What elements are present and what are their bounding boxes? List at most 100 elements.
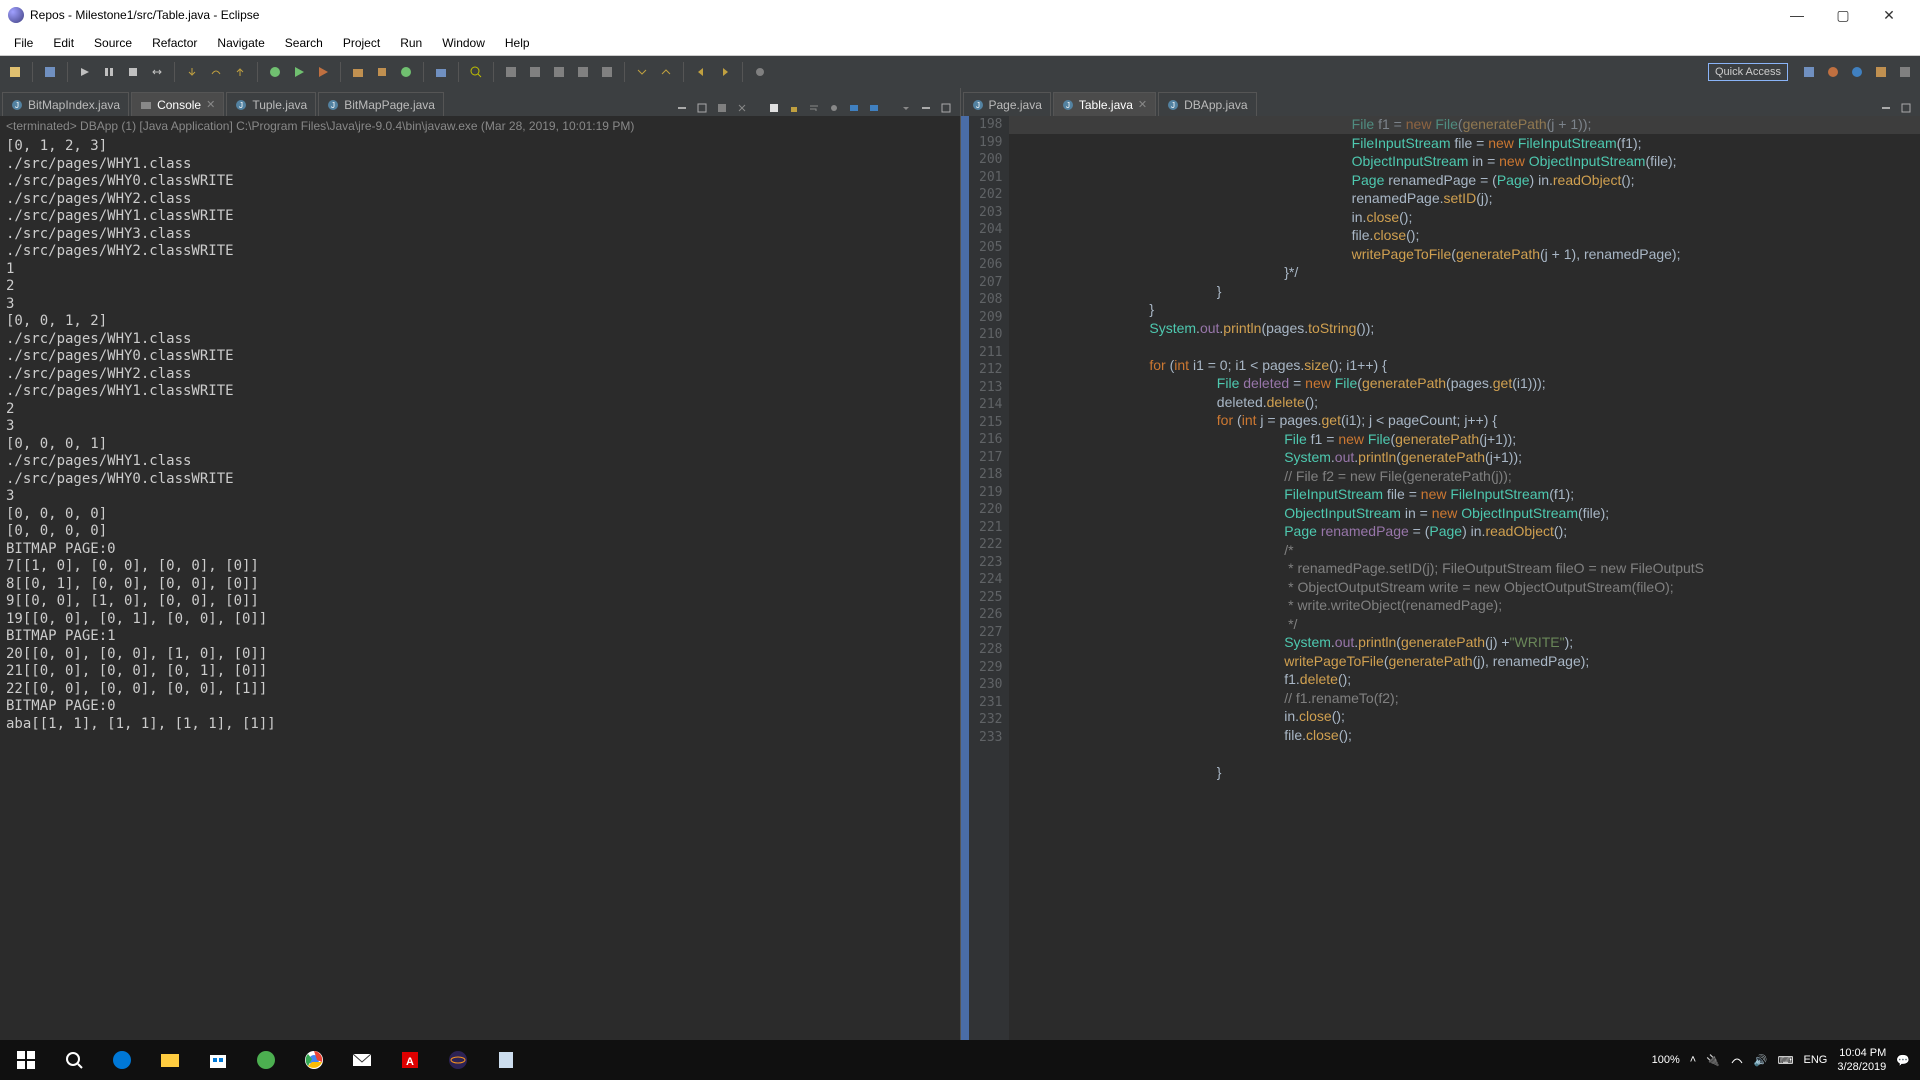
console-view-menu-icon[interactable]: [898, 100, 914, 116]
wifi-icon[interactable]: [1730, 1053, 1744, 1067]
store-icon[interactable]: [194, 1040, 242, 1080]
file-explorer-icon[interactable]: [146, 1040, 194, 1080]
editor-min-icon[interactable]: [1878, 100, 1894, 116]
tab-page-java[interactable]: JPage.java: [963, 92, 1051, 116]
java-icon: J: [11, 99, 23, 111]
back-button[interactable]: [690, 61, 712, 83]
display-console-icon[interactable]: [846, 100, 862, 116]
forward-button[interactable]: [714, 61, 736, 83]
tab-table-java[interactable]: JTable.java✕: [1053, 92, 1156, 116]
tab-label: Console: [157, 98, 201, 112]
menu-file[interactable]: File: [4, 32, 43, 54]
menu-edit[interactable]: Edit: [43, 32, 84, 54]
disconnect-button[interactable]: [146, 61, 168, 83]
editor-max-icon[interactable]: [1898, 100, 1914, 116]
suspend-button[interactable]: [98, 61, 120, 83]
search-button[interactable]: [465, 61, 487, 83]
console-output[interactable]: [0, 1, 2, 3] ./src/pages/WHY1.class ./sr…: [0, 136, 960, 1050]
terminate-relanch-icon[interactable]: [714, 100, 730, 116]
toggle-wrap-button[interactable]: [572, 61, 594, 83]
tab-label: Tuple.java: [252, 98, 307, 112]
java-perspective-button[interactable]: [1822, 61, 1844, 83]
open-console-icon[interactable]: [866, 100, 882, 116]
notifications-icon[interactable]: 💬: [1896, 1054, 1910, 1067]
app-icon-green[interactable]: [242, 1040, 290, 1080]
toggle-whitespace-button[interactable]: [548, 61, 570, 83]
step-into-button[interactable]: [181, 61, 203, 83]
step-return-button[interactable]: [229, 61, 251, 83]
debug-button[interactable]: [264, 61, 286, 83]
acrobat-icon[interactable]: A: [386, 1040, 434, 1080]
step-over-button[interactable]: [205, 61, 227, 83]
keyboard-icon[interactable]: ⌨: [1778, 1054, 1794, 1067]
maximize-icon[interactable]: [694, 100, 710, 116]
menu-window[interactable]: Window: [432, 32, 495, 54]
svg-text:J: J: [1171, 101, 1175, 110]
coverage-button[interactable]: [312, 61, 334, 83]
debug-perspective-button[interactable]: [1846, 61, 1868, 83]
power-icon[interactable]: 🔌: [1706, 1054, 1720, 1067]
workbench: JBitMapIndex.javaConsole✕JTuple.javaJBit…: [0, 88, 1920, 1050]
notepad-icon[interactable]: [482, 1040, 530, 1080]
language-indicator[interactable]: ENG: [1804, 1054, 1828, 1066]
console-max-icon[interactable]: [938, 100, 954, 116]
pin-button[interactable]: [749, 61, 771, 83]
clock[interactable]: 10:04 PM 3/28/2019: [1837, 1046, 1886, 1074]
battery-indicator[interactable]: 100%: [1652, 1054, 1680, 1066]
edge-icon[interactable]: [98, 1040, 146, 1080]
cortana-search-button[interactable]: [50, 1040, 98, 1080]
quick-access-field[interactable]: Quick Access: [1708, 63, 1788, 81]
new-package-button[interactable]: [371, 61, 393, 83]
tab-tuple-java[interactable]: JTuple.java: [226, 92, 316, 116]
toggle-mark-button[interactable]: [500, 61, 522, 83]
save-button[interactable]: [39, 61, 61, 83]
tray-up-icon[interactable]: ˄: [1690, 1054, 1696, 1066]
line-gutter[interactable]: 198 199 200 201 202 203 204 205 206 207 …: [961, 116, 1009, 1050]
scroll-lock-icon[interactable]: [786, 100, 802, 116]
volume-icon[interactable]: 🔊: [1754, 1054, 1768, 1067]
tab-dbapp-java[interactable]: JDBApp.java: [1158, 92, 1256, 116]
close-button[interactable]: ✕: [1866, 0, 1912, 30]
resource-perspective-button[interactable]: [1894, 61, 1916, 83]
menu-help[interactable]: Help: [495, 32, 540, 54]
menu-navigate[interactable]: Navigate: [207, 32, 274, 54]
git-perspective-button[interactable]: [1870, 61, 1892, 83]
pin-console-icon[interactable]: [826, 100, 842, 116]
clock-date: 3/28/2019: [1837, 1060, 1886, 1074]
close-icon[interactable]: ✕: [1138, 98, 1147, 111]
clear-console-icon[interactable]: [766, 100, 782, 116]
new-java-project-button[interactable]: [347, 61, 369, 83]
open-perspective-button[interactable]: [1798, 61, 1820, 83]
terminate-button[interactable]: [122, 61, 144, 83]
open-type-button[interactable]: [430, 61, 452, 83]
menu-project[interactable]: Project: [333, 32, 390, 54]
tab-bitmapindex-java[interactable]: JBitMapIndex.java: [2, 92, 129, 116]
prev-annotation-button[interactable]: [655, 61, 677, 83]
eclipse-taskbar-icon[interactable]: [434, 1040, 482, 1080]
console-min-icon[interactable]: [918, 100, 934, 116]
maximize-button[interactable]: ▢: [1820, 0, 1866, 30]
start-button[interactable]: [2, 1040, 50, 1080]
next-annotation-button[interactable]: [631, 61, 653, 83]
new-button[interactable]: [4, 61, 26, 83]
mail-icon[interactable]: [338, 1040, 386, 1080]
toggle-indent-button[interactable]: [596, 61, 618, 83]
new-class-button[interactable]: [395, 61, 417, 83]
word-wrap-icon[interactable]: [806, 100, 822, 116]
editor-area: 198 199 200 201 202 203 204 205 206 207 …: [961, 116, 1920, 1050]
minimize-button[interactable]: —: [1774, 0, 1820, 30]
code-editor[interactable]: File f1 = new File(generatePath(j + 1));…: [1009, 116, 1920, 1050]
chrome-icon[interactable]: [290, 1040, 338, 1080]
menu-refactor[interactable]: Refactor: [142, 32, 207, 54]
remove-terminated-icon[interactable]: [734, 100, 750, 116]
menu-source[interactable]: Source: [84, 32, 142, 54]
run-button[interactable]: [288, 61, 310, 83]
toggle-block-button[interactable]: [524, 61, 546, 83]
minimize-icon[interactable]: [674, 100, 690, 116]
close-icon[interactable]: ✕: [206, 98, 215, 111]
resume-button[interactable]: [74, 61, 96, 83]
menu-search[interactable]: Search: [275, 32, 333, 54]
tab-console[interactable]: Console ✕: [131, 92, 224, 116]
tab-bitmappage-java[interactable]: JBitMapPage.java: [318, 92, 444, 116]
menu-run[interactable]: Run: [390, 32, 432, 54]
